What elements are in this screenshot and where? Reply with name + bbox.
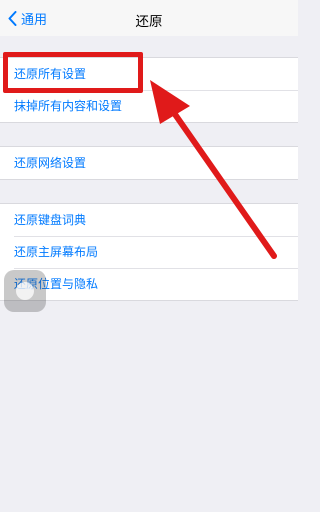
annotation-arrow-icon [150,80,277,259]
assistive-touch-icon[interactable] [4,270,46,312]
